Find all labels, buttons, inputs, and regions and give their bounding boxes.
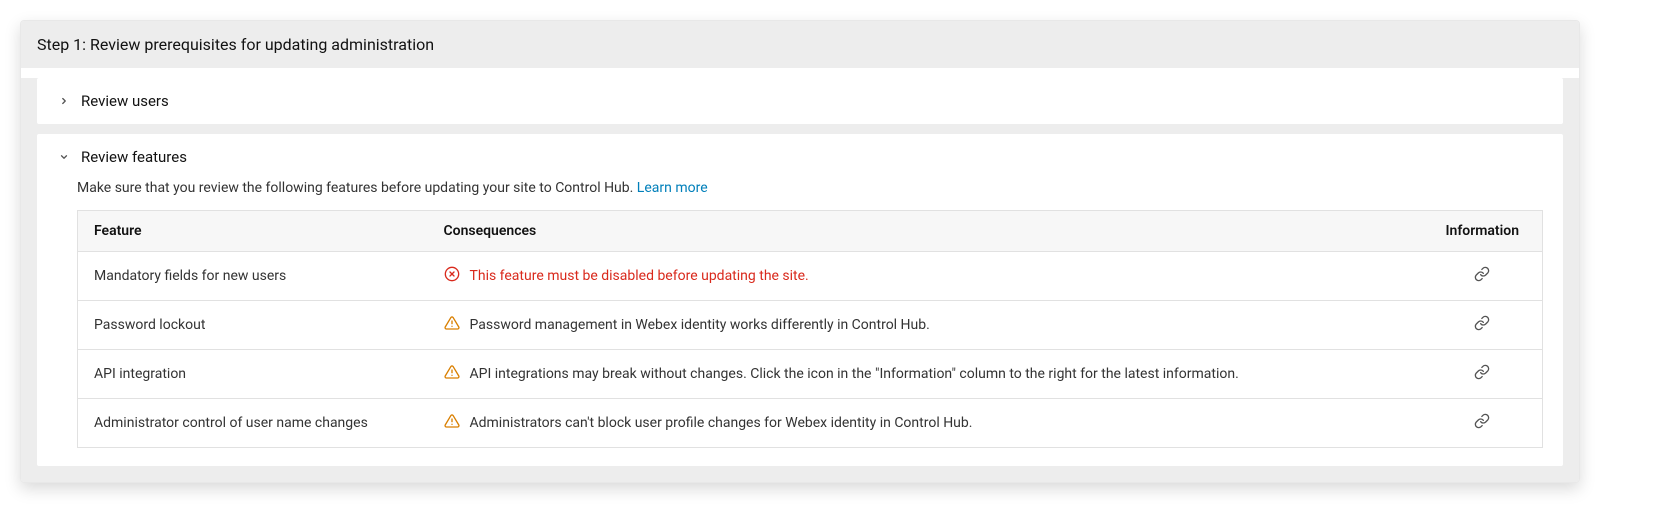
panel-title: Step 1: Review prerequisites for updatin…	[21, 21, 1579, 68]
information-cell	[1423, 350, 1543, 399]
table-row: Password lockout Password management in W…	[78, 301, 1543, 350]
chevron-right-icon	[57, 94, 71, 108]
chevron-down-icon	[57, 150, 71, 164]
table-row: Administrator control of user name chang…	[78, 399, 1543, 448]
col-header-feature: Feature	[78, 211, 428, 252]
info-link-icon[interactable]	[1474, 364, 1490, 380]
consequence-cell: Password management in Webex identity wo…	[428, 301, 1423, 350]
warning-icon	[444, 413, 460, 433]
intro-text: Make sure that you review the following …	[77, 180, 1543, 196]
table-row: Mandatory fields for new users This featu…	[78, 252, 1543, 301]
learn-more-link[interactable]: Learn more	[637, 180, 708, 196]
information-cell	[1423, 301, 1543, 350]
information-cell	[1423, 252, 1543, 301]
intro-text-content: Make sure that you review the following …	[77, 180, 637, 196]
features-table: Feature Consequences Information Mandato…	[77, 210, 1543, 448]
col-header-information: Information	[1423, 211, 1543, 252]
consequence-text: API integrations may break without chang…	[470, 366, 1239, 382]
feature-cell: API integration	[78, 350, 428, 399]
consequence-cell: Administrators can't block user profile …	[428, 399, 1423, 448]
step-panel: Step 1: Review prerequisites for updatin…	[20, 20, 1580, 483]
information-cell	[1423, 399, 1543, 448]
info-link-icon[interactable]	[1474, 266, 1490, 282]
accordion-title: Review users	[81, 92, 169, 110]
panel-body: Review users Review features Make sure t…	[21, 78, 1579, 482]
accordion-review-users: Review users	[37, 78, 1563, 124]
accordion-title: Review features	[81, 148, 187, 166]
consequence-cell: This feature must be disabled before upd…	[428, 252, 1423, 301]
accordion-content-review-features: Make sure that you review the following …	[37, 180, 1563, 466]
consequence-text: Password management in Webex identity wo…	[470, 317, 930, 333]
info-link-icon[interactable]	[1474, 413, 1490, 429]
accordion-header-review-users[interactable]: Review users	[37, 78, 1563, 124]
warning-icon	[444, 364, 460, 384]
info-link-icon[interactable]	[1474, 315, 1490, 331]
consequence-text: Administrators can't block user profile …	[470, 415, 973, 431]
warning-icon	[444, 315, 460, 335]
col-header-consequences: Consequences	[428, 211, 1423, 252]
table-header-row: Feature Consequences Information	[78, 211, 1543, 252]
accordion-review-features: Review features Make sure that you revie…	[37, 134, 1563, 466]
accordion-header-review-features[interactable]: Review features	[37, 134, 1563, 180]
feature-cell: Administrator control of user name chang…	[78, 399, 428, 448]
consequence-cell: API integrations may break without chang…	[428, 350, 1423, 399]
consequence-text: This feature must be disabled before upd…	[470, 268, 809, 284]
error-icon	[444, 266, 460, 286]
feature-cell: Password lockout	[78, 301, 428, 350]
feature-cell: Mandatory fields for new users	[78, 252, 428, 301]
table-row: API integration API integrations may brea…	[78, 350, 1543, 399]
